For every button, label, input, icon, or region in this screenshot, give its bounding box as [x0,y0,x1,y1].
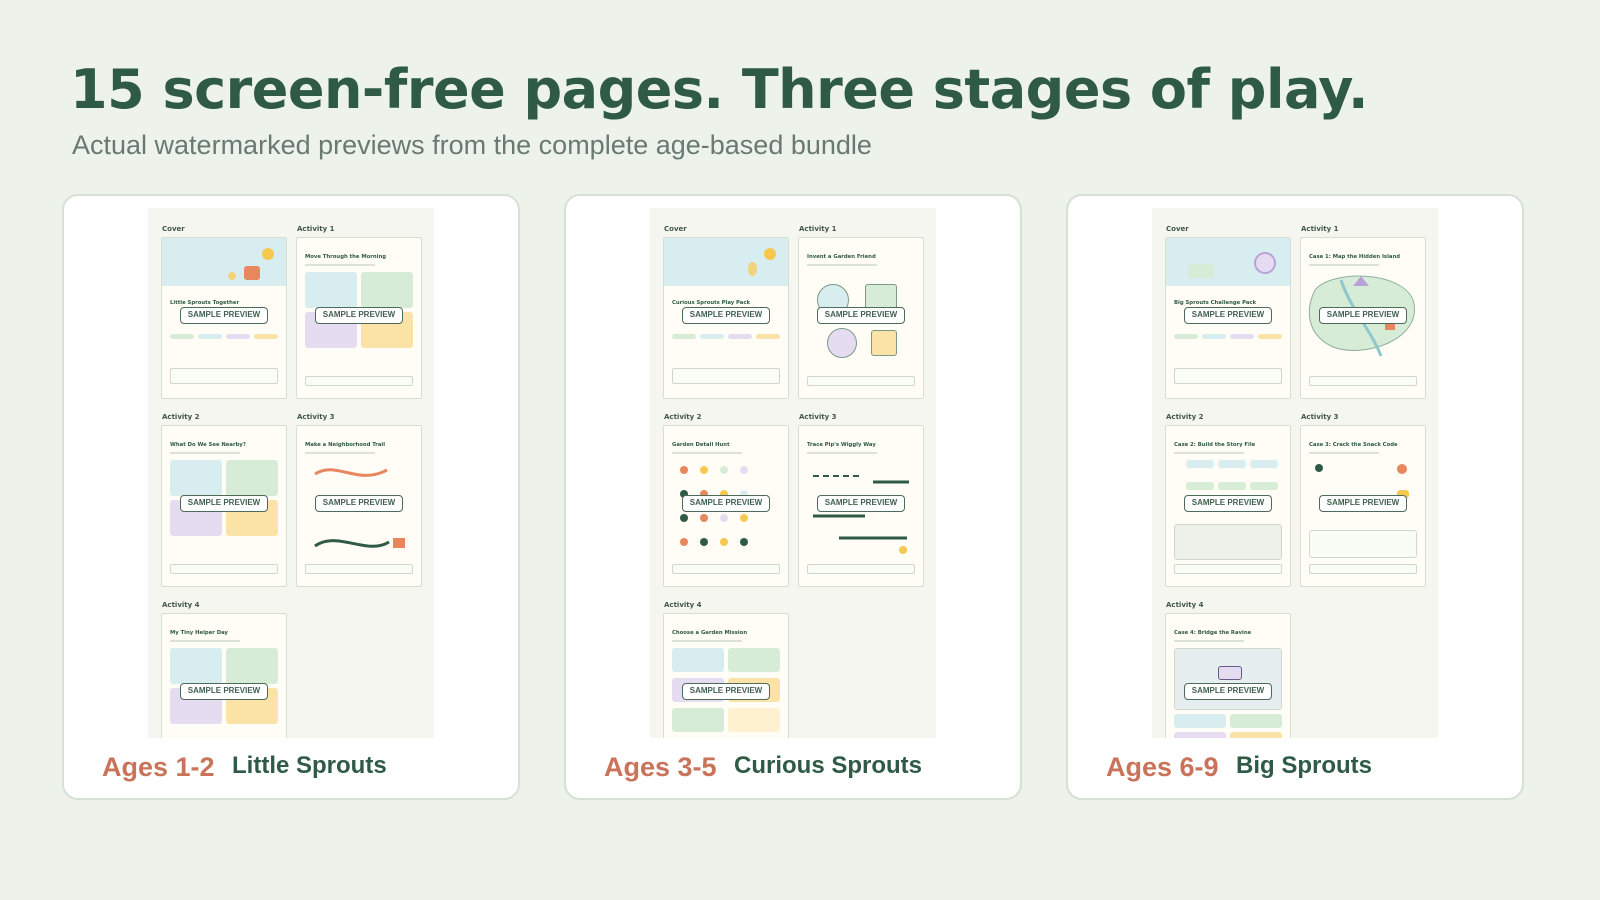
page-heading: My Tiny Helper Day [170,630,229,636]
page-heading: Case 2: Build the Story File [1174,442,1256,448]
sample-preview-watermark: SAMPLE PREVIEW [180,495,268,512]
page-title: 15 screen-free pages. Three stages of pl… [70,58,1369,121]
preview-page-activity: Case 3: Crack the Snack Code SAMPLE PREV… [1300,425,1426,587]
sample-preview-watermark: SAMPLE PREVIEW [1184,683,1272,700]
sample-preview-watermark: SAMPLE PREVIEW [1319,495,1407,512]
page-heading: Case 1: Map the Hidden Island [1309,254,1401,260]
preview-sheet: Cover Big Sprouts Challenge Pack SAMPLE … [1152,208,1438,738]
stage-name-label: Curious Sprouts [734,752,923,779]
page-heading: Invent a Garden Friend [807,254,876,260]
page-caption: Activity 3 [297,413,335,421]
preview-page-cover: Big Sprouts Challenge Pack SAMPLE PREVIE… [1165,237,1291,399]
sample-preview-watermark: SAMPLE PREVIEW [1319,307,1407,324]
page-heading: Garden Detail Hunt [672,442,730,448]
page-caption: Activity 4 [664,601,702,609]
sample-preview-watermark: SAMPLE PREVIEW [817,495,905,512]
house-icon [244,266,260,280]
sample-preview-watermark: SAMPLE PREVIEW [682,307,770,324]
sample-preview-watermark: SAMPLE PREVIEW [315,495,403,512]
preview-page-cover: Curious Sprouts Play Pack SAMPLE PREVIEW [663,237,789,399]
page-heading: What Do We See Nearby? [170,442,246,448]
sprout-character-icon [748,262,757,276]
age-card-little-sprouts[interactable]: Cover Little Sprouts Together SAMPLE PRE… [62,194,520,800]
page-heading: Big Sprouts Challenge Pack [1174,300,1257,306]
magnifier-icon [1254,252,1276,274]
preview-sheet: Cover Curious Sprouts Play Pack SAMPLE P… [650,208,936,738]
page-caption: Cover [162,225,185,233]
ball-icon [228,272,236,280]
page-heading: Little Sprouts Together [170,300,240,306]
preview-page-activity: What Do We See Nearby? SAMPLE PREVIEW [161,425,287,587]
preview-page-activity: Make a Neighborhood Trail SAMPLE PREVIEW [296,425,422,587]
page-heading: Trace Pip's Wiggly Way [807,442,876,448]
sun-icon [262,248,274,260]
page-heading: Case 3: Crack the Snack Code [1309,442,1398,448]
preview-page-activity: Choose a Garden Mission SAMPLE PREVIEW [663,613,789,738]
page-caption: Activity 1 [1301,225,1339,233]
preview-sheet: Cover Little Sprouts Together SAMPLE PRE… [148,208,434,738]
page-caption: Activity 2 [1166,413,1204,421]
cover-illustration [162,238,286,286]
sample-preview-watermark: SAMPLE PREVIEW [682,683,770,700]
sample-preview-watermark: SAMPLE PREVIEW [1184,495,1272,512]
page-caption: Activity 3 [799,413,837,421]
page-heading: Curious Sprouts Play Pack [672,300,751,306]
page-heading: Choose a Garden Mission [672,630,748,636]
preview-page-activity: Garden Detail Hunt SAMPLE PREVIEW [663,425,789,587]
sample-preview-watermark: SAMPLE PREVIEW [315,307,403,324]
page-heading: Move Through the Morning [305,254,387,260]
page-caption: Activity 1 [799,225,837,233]
page-caption: Cover [664,225,687,233]
page-caption: Activity 4 [162,601,200,609]
sample-preview-watermark: SAMPLE PREVIEW [682,495,770,512]
age-card-curious-sprouts[interactable]: Cover Curious Sprouts Play Pack SAMPLE P… [564,194,1022,800]
preview-page-activity: Move Through the Morning SAMPLE PREVIEW [296,237,422,399]
cover-illustration [664,238,788,286]
stage-name-label: Little Sprouts [232,752,387,779]
preview-page-activity: Case 4: Bridge the Ravine SAMPLE PREVIEW [1165,613,1291,738]
preview-page-cover: Little Sprouts Together SAMPLE PREVIEW [161,237,287,399]
page-caption: Activity 4 [1166,601,1204,609]
page-subtitle: Actual watermarked previews from the com… [72,130,872,160]
sample-preview-watermark: SAMPLE PREVIEW [180,683,268,700]
sun-icon [764,248,776,260]
sample-preview-watermark: SAMPLE PREVIEW [817,307,905,324]
preview-page-activity: My Tiny Helper Day SAMPLE PREVIEW [161,613,287,738]
age-range-label: Ages 3-5 [604,752,717,782]
page-caption: Activity 3 [1301,413,1339,421]
page-caption: Activity 1 [297,225,335,233]
page-caption: Cover [1166,225,1189,233]
page-heading: Case 4: Bridge the Ravine [1174,630,1252,636]
preview-page-activity: Case 2: Build the Story File SAMPLE PREV… [1165,425,1291,587]
page-caption: Activity 2 [162,413,200,421]
page-heading: Make a Neighborhood Trail [305,442,386,448]
stage-name-label: Big Sprouts [1236,752,1372,779]
page-caption: Activity 2 [664,413,702,421]
preview-page-activity: Invent a Garden Friend SAMPLE PREVIEW [798,237,924,399]
preview-page-activity: Case 1: Map the Hidden Island SAMPLE PRE… [1300,237,1426,399]
secret-note-icon [1188,264,1214,278]
sample-preview-watermark: SAMPLE PREVIEW [180,307,268,324]
age-range-label: Ages 1-2 [102,752,215,782]
age-range-label: Ages 6-9 [1106,752,1219,782]
age-card-big-sprouts[interactable]: Cover Big Sprouts Challenge Pack SAMPLE … [1066,194,1524,800]
sample-preview-watermark: SAMPLE PREVIEW [1184,307,1272,324]
preview-page-activity: Trace Pip's Wiggly Way SAMPLE PREVIEW [798,425,924,587]
